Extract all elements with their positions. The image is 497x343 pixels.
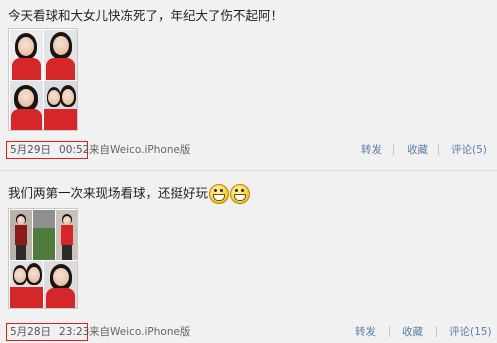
- post-source[interactable]: 来自Weico.iPhone版: [89, 324, 190, 340]
- collage-cell: [56, 210, 77, 260]
- collage-cell: [10, 210, 32, 260]
- favorite-link[interactable]: 收藏: [402, 324, 423, 340]
- grin-icon: [230, 184, 251, 204]
- collage-cell: [44, 81, 77, 130]
- collage-cell: [33, 210, 55, 260]
- grin-icon: [209, 184, 230, 204]
- post-photo-collage[interactable]: [8, 28, 78, 131]
- post-time: 23:23: [59, 326, 90, 338]
- post-timestamp[interactable]: 5月29日 00:52: [6, 141, 90, 159]
- post-date: 5月29日: [10, 144, 52, 156]
- weibo-feed: 今天看球和大女儿快冻死了，年纪大了伤不起阿！ 5月29日 00:52 来自Wei…: [0, 0, 497, 343]
- comment-link[interactable]: 评论(5): [451, 142, 487, 158]
- post-text-line: 我们两第一次来现场看球，还挺好玩: [8, 184, 251, 204]
- post-date: 5月28日: [10, 326, 52, 338]
- post-time: 00:52: [59, 144, 90, 156]
- comment-link[interactable]: 评论(15): [449, 324, 492, 340]
- post-photo-collage[interactable]: [8, 208, 78, 309]
- divider: [389, 326, 390, 337]
- collage-cell: [10, 81, 43, 130]
- repost-link[interactable]: 转发: [355, 324, 376, 340]
- post-divider: [0, 170, 497, 171]
- post-text: 今天看球和大女儿快冻死了，年纪大了伤不起阿！: [8, 8, 284, 23]
- collage-cell: [10, 261, 43, 308]
- repost-link[interactable]: 转发: [361, 142, 382, 158]
- post-source[interactable]: 来自Weico.iPhone版: [89, 142, 190, 158]
- divider: [438, 144, 439, 155]
- collage-cell: [10, 30, 43, 80]
- post-text: 我们两第一次来现场看球，还挺好玩: [8, 185, 209, 201]
- divider: [393, 144, 394, 155]
- collage-cell: [44, 261, 77, 308]
- post-meta: 5月29日 00:52 来自Weico.iPhone版 转发 收藏 评论(5): [0, 141, 497, 159]
- collage-cell: [44, 30, 77, 80]
- post-meta: 5月28日 23:23 来自Weico.iPhone版 转发 收藏 评论(15): [0, 323, 497, 341]
- divider: [436, 326, 437, 337]
- favorite-link[interactable]: 收藏: [407, 142, 428, 158]
- post-timestamp[interactable]: 5月28日 23:23: [6, 323, 90, 341]
